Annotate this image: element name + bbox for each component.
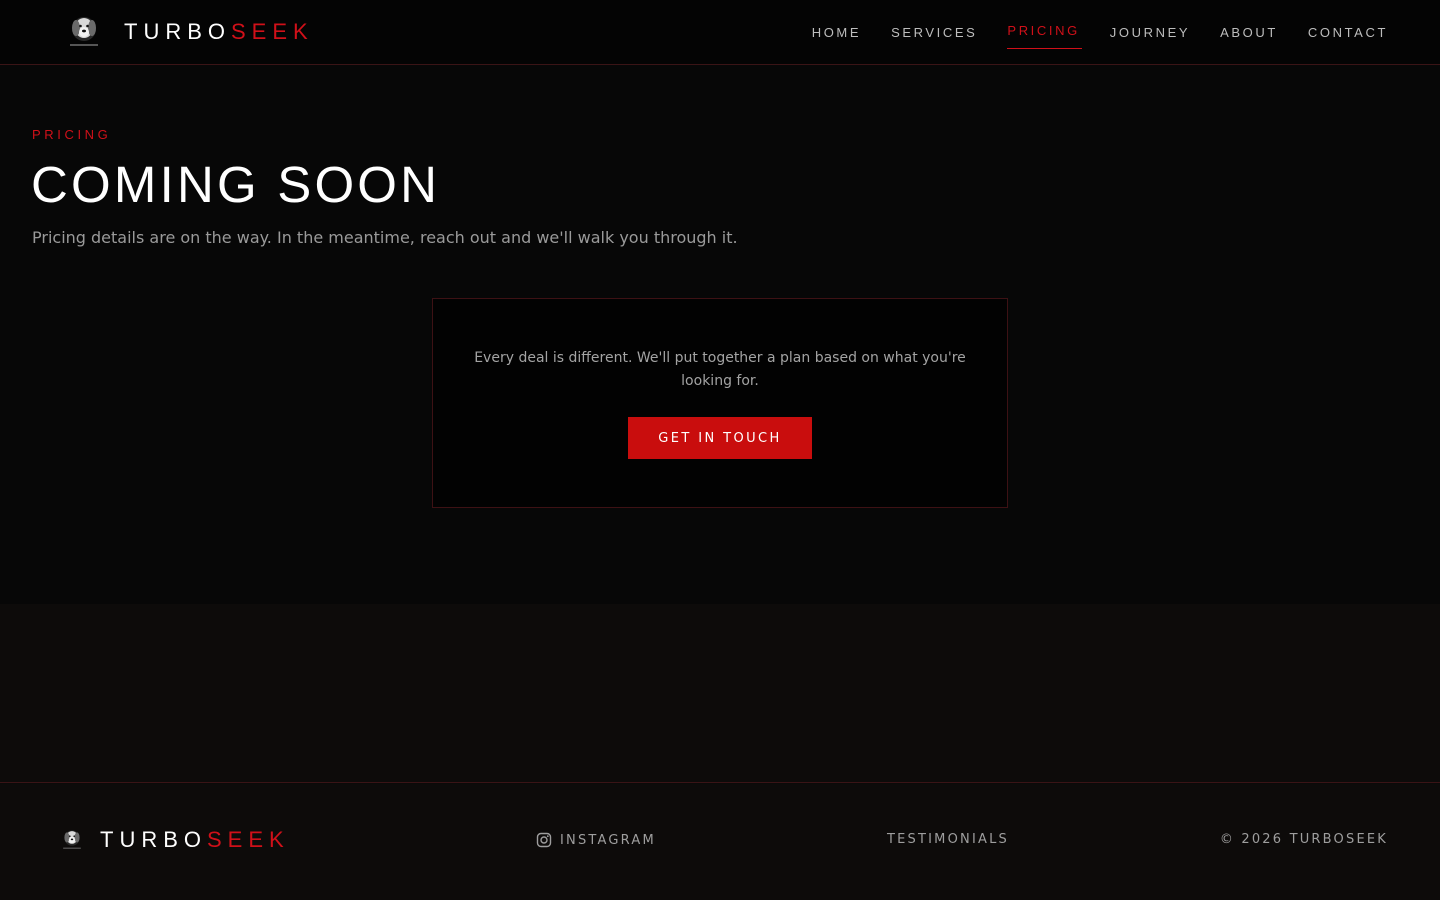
brand-name: TURBOSEEK (124, 14, 314, 50)
testimonials-link[interactable]: TESTIMONIALS (887, 832, 1009, 847)
contact-card: Every deal is different. We'll put toget… (432, 298, 1008, 508)
card-description: Every deal is different. We'll put toget… (474, 350, 966, 389)
page-subtitle: Pricing details are on the way. In the m… (32, 228, 738, 247)
instagram-link[interactable]: INSTAGRAM (536, 832, 656, 848)
site-header: TURBOSEEK HOME SERVICES PRICING JOURNEY … (0, 0, 1440, 65)
dog-head-logo-icon (60, 828, 84, 852)
brand-name-part2: SEEK (231, 19, 314, 44)
instagram-icon (536, 832, 552, 848)
nav-item-contact[interactable]: CONTACT (1308, 21, 1388, 44)
instagram-label: INSTAGRAM (560, 832, 656, 848)
dog-head-logo-icon (64, 14, 104, 50)
footer-brand-name-part1: TURBO (100, 827, 207, 852)
main-nav: HOME SERVICES PRICING JOURNEY ABOUT CONT… (782, 0, 1388, 64)
nav-item-home[interactable]: HOME (812, 21, 861, 44)
nav-item-services[interactable]: SERVICES (891, 21, 977, 44)
page-title: COMING SOON (31, 156, 441, 213)
pricing-hero-section: PRICING COMING SOON Pricing details are … (0, 65, 1440, 604)
footer-brand-name-part2: SEEK (207, 827, 290, 852)
footer-brand-name: TURBOSEEK (100, 826, 290, 854)
nav-item-journey[interactable]: JOURNEY (1110, 21, 1190, 44)
copyright-text: © 2026 TURBOSEEK (1219, 832, 1388, 847)
spacer-band (0, 604, 1440, 783)
nav-item-pricing[interactable]: PRICING (1007, 19, 1083, 49)
site-footer: TURBOSEEK INSTAGRAM TESTIMONIALS © 2026 … (0, 784, 1440, 900)
footer-brand-link[interactable]: TURBOSEEK (60, 826, 290, 854)
brand-logo-link[interactable]: TURBOSEEK (64, 14, 314, 50)
section-eyebrow: PRICING (32, 127, 112, 142)
nav-item-about[interactable]: ABOUT (1220, 21, 1278, 44)
brand-name-part1: TURBO (124, 19, 231, 44)
get-in-touch-button[interactable]: GET IN TOUCH (628, 417, 812, 459)
